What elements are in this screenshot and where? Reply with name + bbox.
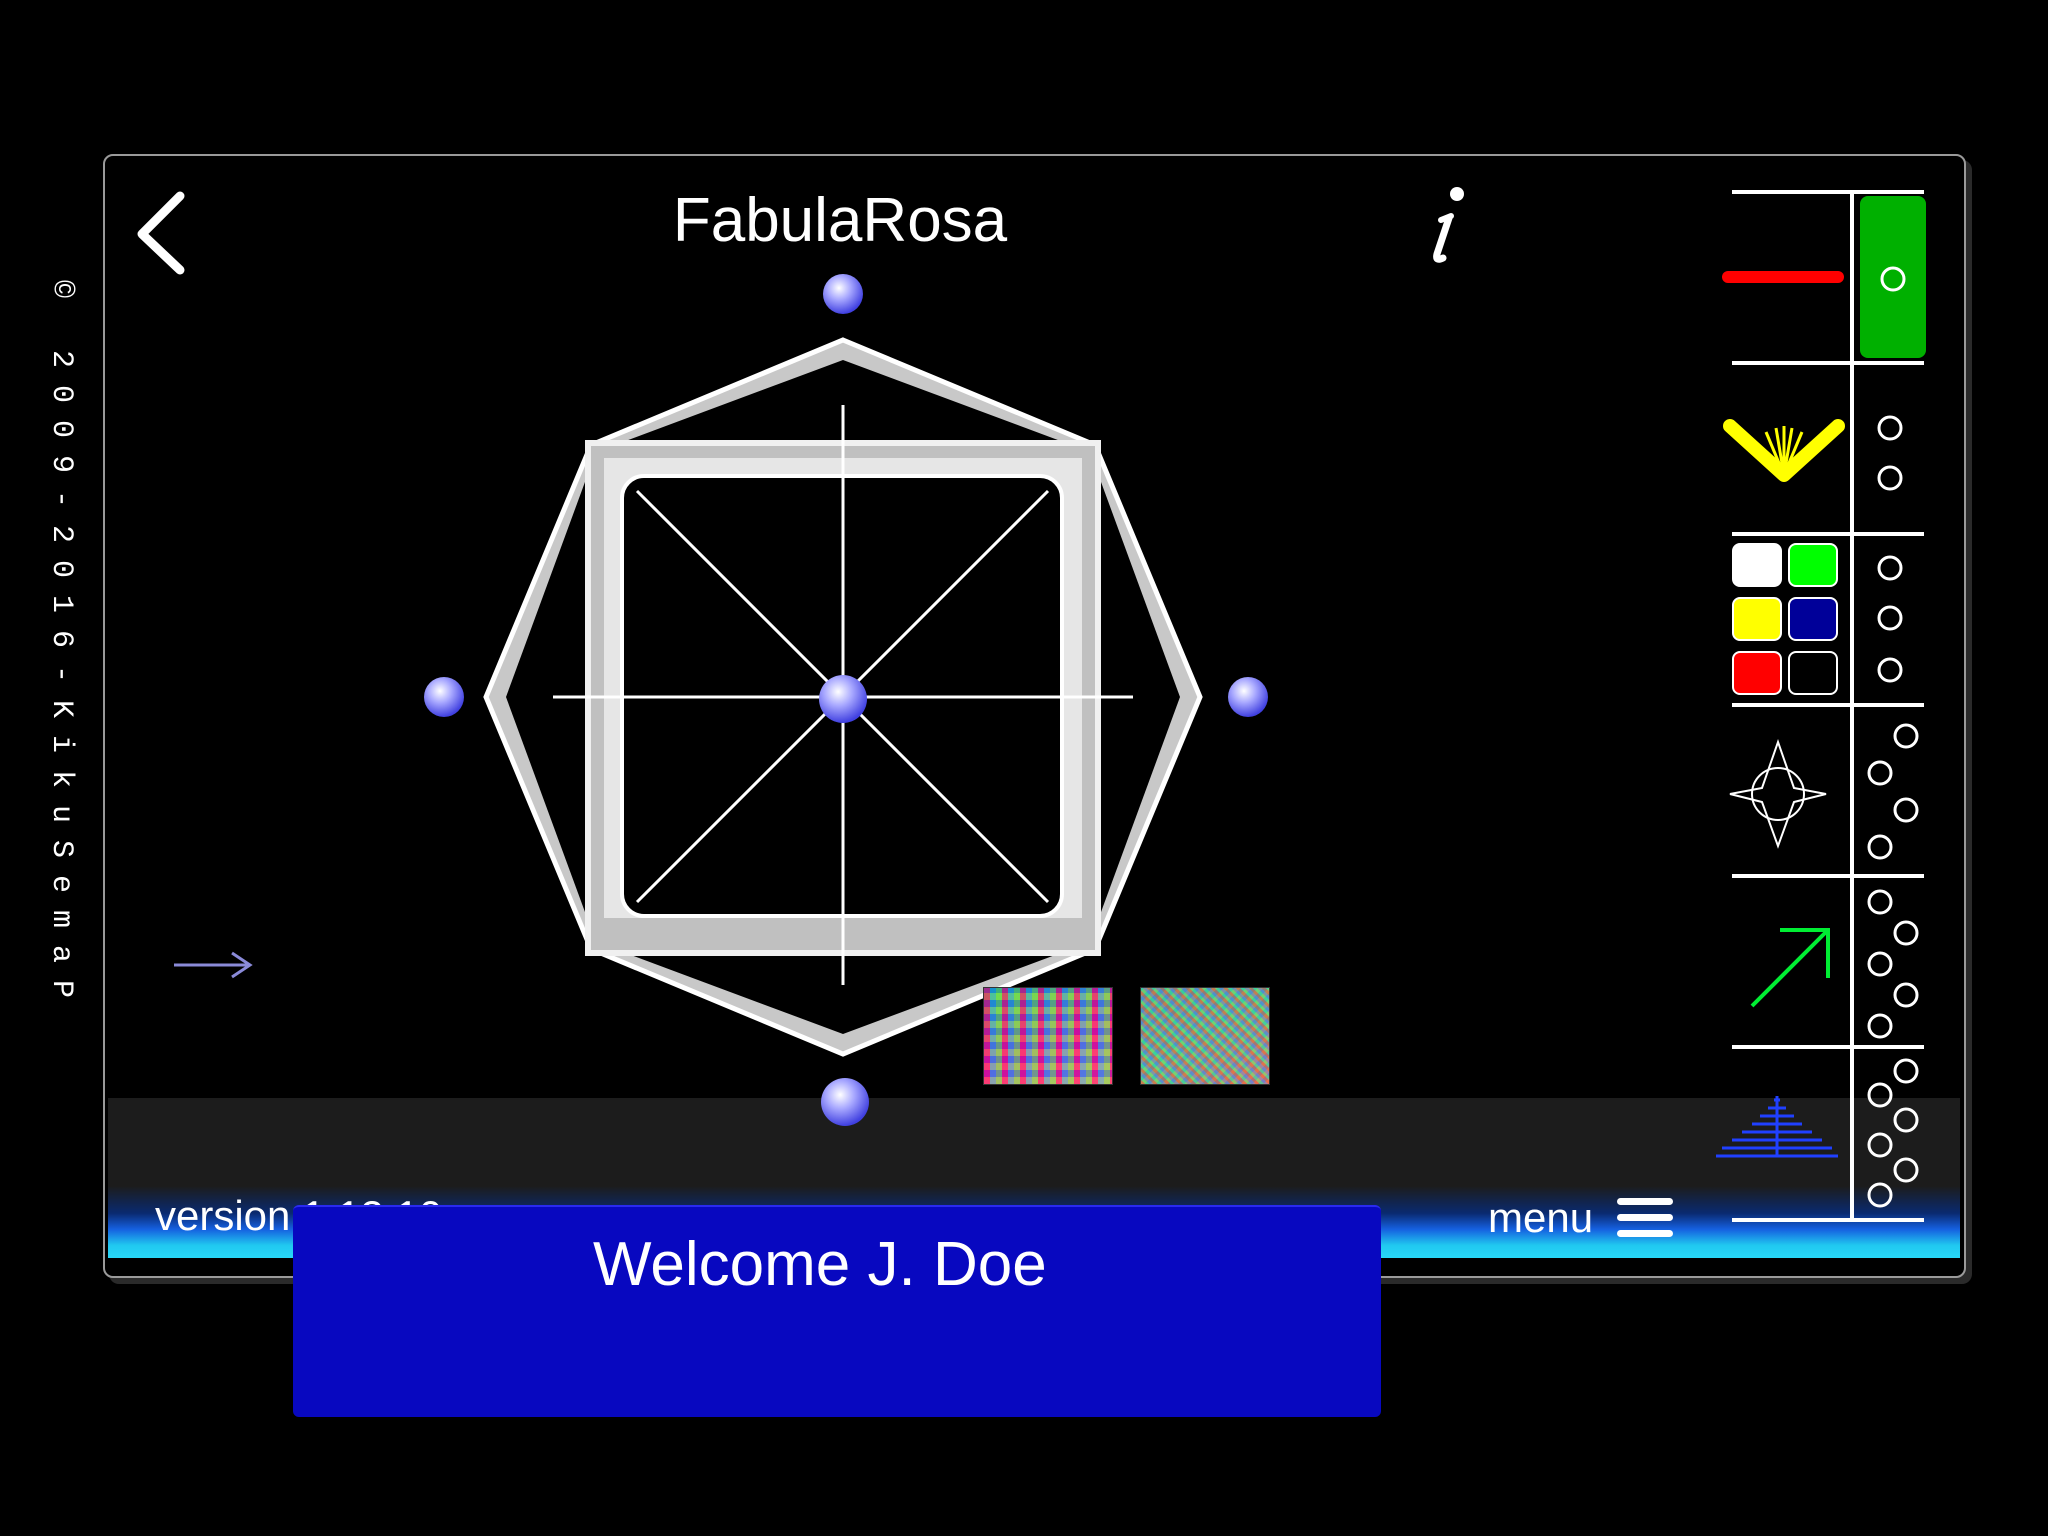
star-tool[interactable]	[1722, 730, 1846, 860]
diagonal-arrow-icon	[1750, 928, 1830, 1008]
arrow-options[interactable]	[1860, 882, 1926, 1042]
color-options[interactable]	[1870, 552, 1910, 692]
arrow-right-icon	[174, 951, 253, 979]
menu-button[interactable]: menu	[1488, 1190, 1674, 1246]
color-swatch-yellow[interactable]	[1732, 597, 1782, 641]
texture-thumbnail-1[interactable]	[983, 987, 1113, 1085]
circles-icon	[1877, 555, 1903, 683]
welcome-banner: Welcome J. Doe	[293, 1205, 1381, 1417]
info-button[interactable]	[1415, 180, 1475, 270]
arrow-tool[interactable]	[1722, 900, 1846, 1030]
handle-bottom[interactable]	[821, 1078, 869, 1126]
pyramid-tool[interactable]	[1712, 1090, 1852, 1170]
line-tool[interactable]	[1722, 198, 1846, 358]
hamburger-icon	[1617, 1198, 1674, 1238]
star-options[interactable]	[1860, 715, 1926, 865]
page-title: FabulaRosa	[672, 186, 1008, 255]
selected-option-icon	[1860, 196, 1926, 358]
next-arrow-button[interactable]	[170, 945, 260, 985]
texture-thumbnail-2[interactable]	[1140, 987, 1270, 1085]
star-circle-icon	[1729, 738, 1827, 849]
color-swatch-navy[interactable]	[1788, 597, 1838, 641]
color-swatch-black[interactable]	[1788, 651, 1838, 695]
color-swatch-green[interactable]	[1788, 543, 1838, 587]
color-swatch-white[interactable]	[1732, 543, 1782, 587]
handle-left[interactable]	[424, 677, 464, 717]
circles-icon	[1867, 889, 1919, 1039]
handle-center[interactable]	[819, 675, 867, 723]
handle-top[interactable]	[823, 274, 863, 314]
line-count-selected[interactable]	[1860, 196, 1926, 358]
back-button[interactable]	[128, 188, 198, 278]
welcome-text: Welcome J. Doe	[593, 1230, 1047, 1299]
menu-label: menu	[1488, 1194, 1594, 1241]
circles-icon	[1867, 723, 1919, 860]
fan-options[interactable]	[1870, 412, 1910, 492]
pyramid-options[interactable]	[1860, 1055, 1926, 1215]
fan-tool[interactable]	[1722, 380, 1846, 520]
circles-icon	[1867, 1058, 1919, 1208]
red-line-icon	[1722, 271, 1844, 283]
circles-icon	[1877, 415, 1903, 491]
handle-right[interactable]	[1228, 677, 1268, 717]
chevron-left-icon	[137, 191, 185, 275]
info-italic-icon	[1433, 187, 1464, 263]
pyramid-icon	[1716, 1096, 1838, 1158]
copyright-notice: © 2009-2016-KikuSemaP	[44, 280, 88, 1280]
color-swatch-red[interactable]	[1732, 651, 1782, 695]
copyright-text: © 2009-2016-KikuSemaP	[44, 280, 78, 1016]
fan-icon	[1723, 419, 1845, 482]
